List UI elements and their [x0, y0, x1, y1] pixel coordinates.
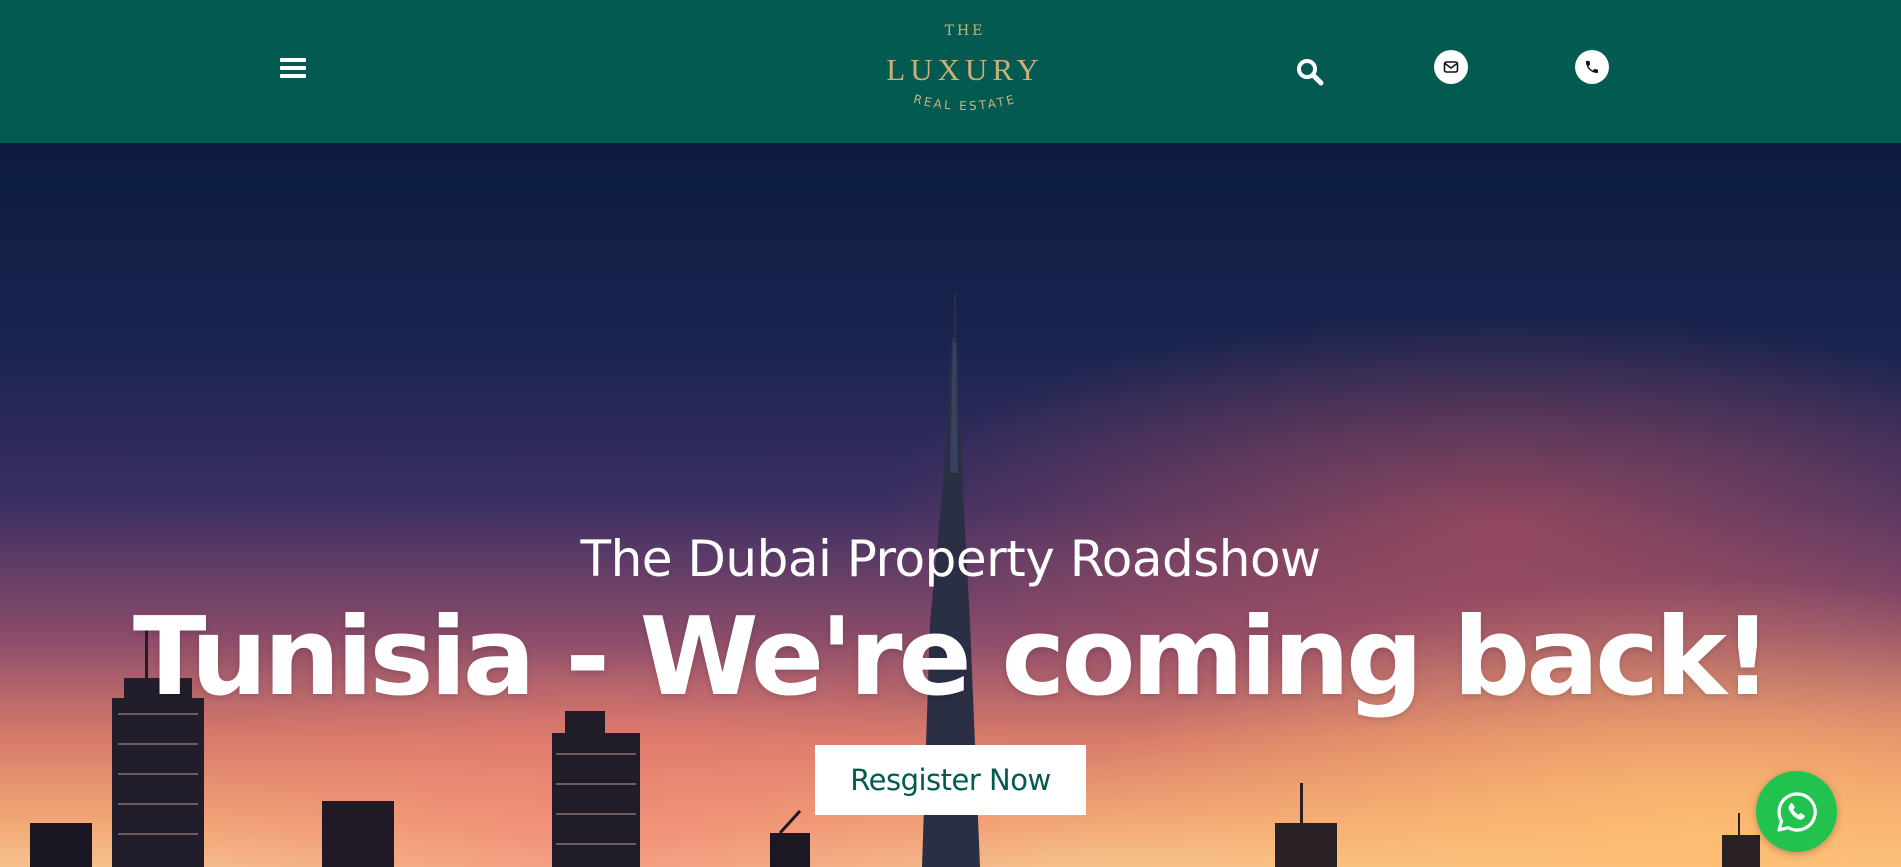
logo-top-text: THE: [944, 23, 986, 39]
site-header: THE LUXURY REAL ESTATE: [0, 0, 1901, 143]
site-logo[interactable]: THE LUXURY REAL ESTATE: [870, 18, 1060, 124]
svg-text:REAL ESTATE: REAL ESTATE: [912, 92, 1018, 113]
logo-main-text: LUXURY: [886, 52, 1044, 87]
hero-title: Tunisia - We're coming back!: [132, 595, 1772, 720]
whatsapp-icon[interactable]: [1756, 771, 1837, 852]
mail-icon[interactable]: [1434, 50, 1468, 84]
logo-bottom-text: REAL ESTATE: [912, 92, 1016, 113]
phone-icon[interactable]: [1575, 50, 1609, 84]
hamburger-menu-icon[interactable]: [280, 58, 306, 82]
hero-section: The Dubai Property Roadshow Tunisia - We…: [0, 143, 1901, 867]
logo-bottom-arc: REAL ESTATE: [912, 92, 1018, 113]
hero-subtitle: The Dubai Property Roadshow: [580, 530, 1321, 588]
register-now-button[interactable]: Resgister Now: [815, 745, 1086, 815]
search-icon[interactable]: [1296, 58, 1324, 86]
